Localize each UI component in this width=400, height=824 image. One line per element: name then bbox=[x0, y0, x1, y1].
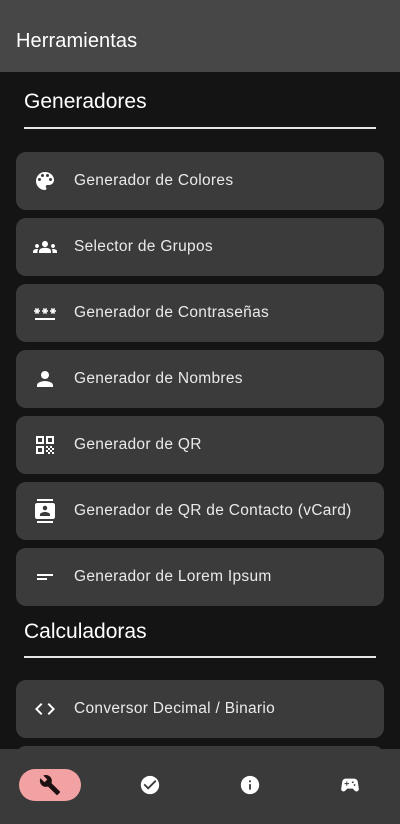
tools-list[interactable]: Generadores Generador de Colores Selecto… bbox=[0, 72, 400, 749]
tool-generador-qr-contacto[interactable]: Generador de QR de Contacto (vCard) bbox=[16, 482, 384, 540]
tool-generador-nombres[interactable]: Generador de Nombres bbox=[16, 350, 384, 408]
check-circle-icon bbox=[140, 775, 160, 794]
gamepad-icon bbox=[341, 778, 359, 791]
app-bar: Herramientas bbox=[0, 0, 400, 72]
section-divider bbox=[24, 656, 376, 658]
person-icon bbox=[32, 366, 58, 392]
nav-item-info[interactable] bbox=[219, 769, 281, 801]
nav-item-juegos[interactable] bbox=[319, 769, 381, 801]
tool-label: Generador de QR de Contacto (vCard) bbox=[74, 502, 352, 519]
palette-icon bbox=[32, 168, 58, 194]
section-divider bbox=[24, 127, 376, 129]
info-icon bbox=[240, 775, 260, 794]
qr-code-icon bbox=[32, 432, 58, 458]
tool-conversor-decimal-binario[interactable]: Conversor Decimal / Binario bbox=[16, 680, 384, 738]
section-title-generadores: Generadores bbox=[24, 90, 147, 113]
tool-generador-qr[interactable]: Generador de QR bbox=[16, 416, 384, 474]
nav-item-tareas[interactable] bbox=[119, 769, 181, 801]
groups-icon bbox=[32, 234, 58, 260]
tool-generador-contrasenas[interactable]: Generador de Contraseñas bbox=[16, 284, 384, 342]
nav-item-herramientas[interactable] bbox=[19, 768, 81, 801]
tool-label: Generador de Contraseñas bbox=[74, 304, 270, 321]
tool-label: Generador de Nombres bbox=[74, 370, 243, 387]
tool-label: Generador de Lorem Ipsum bbox=[74, 568, 272, 585]
wrench-icon bbox=[39, 774, 61, 795]
section-title-calculadoras: Calculadoras bbox=[24, 620, 147, 643]
password-icon bbox=[32, 300, 58, 326]
tool-label: Generador de Colores bbox=[74, 172, 234, 189]
code-icon bbox=[32, 696, 58, 722]
short-text-icon bbox=[32, 564, 58, 590]
tool-label: Generador de QR bbox=[74, 436, 202, 453]
tool-label: Conversor Decimal / Binario bbox=[74, 700, 276, 717]
contact-card-icon bbox=[32, 498, 58, 524]
tool-generador-colores[interactable]: Generador de Colores bbox=[16, 152, 384, 210]
tool-label: Selector de Grupos bbox=[74, 238, 213, 255]
tool-selector-grupos[interactable]: Selector de Grupos bbox=[16, 218, 384, 276]
app-bar-title: Herramientas bbox=[16, 29, 138, 52]
tool-generador-lorem-ipsum[interactable]: Generador de Lorem Ipsum bbox=[16, 548, 384, 606]
bottom-navigation bbox=[0, 749, 400, 824]
